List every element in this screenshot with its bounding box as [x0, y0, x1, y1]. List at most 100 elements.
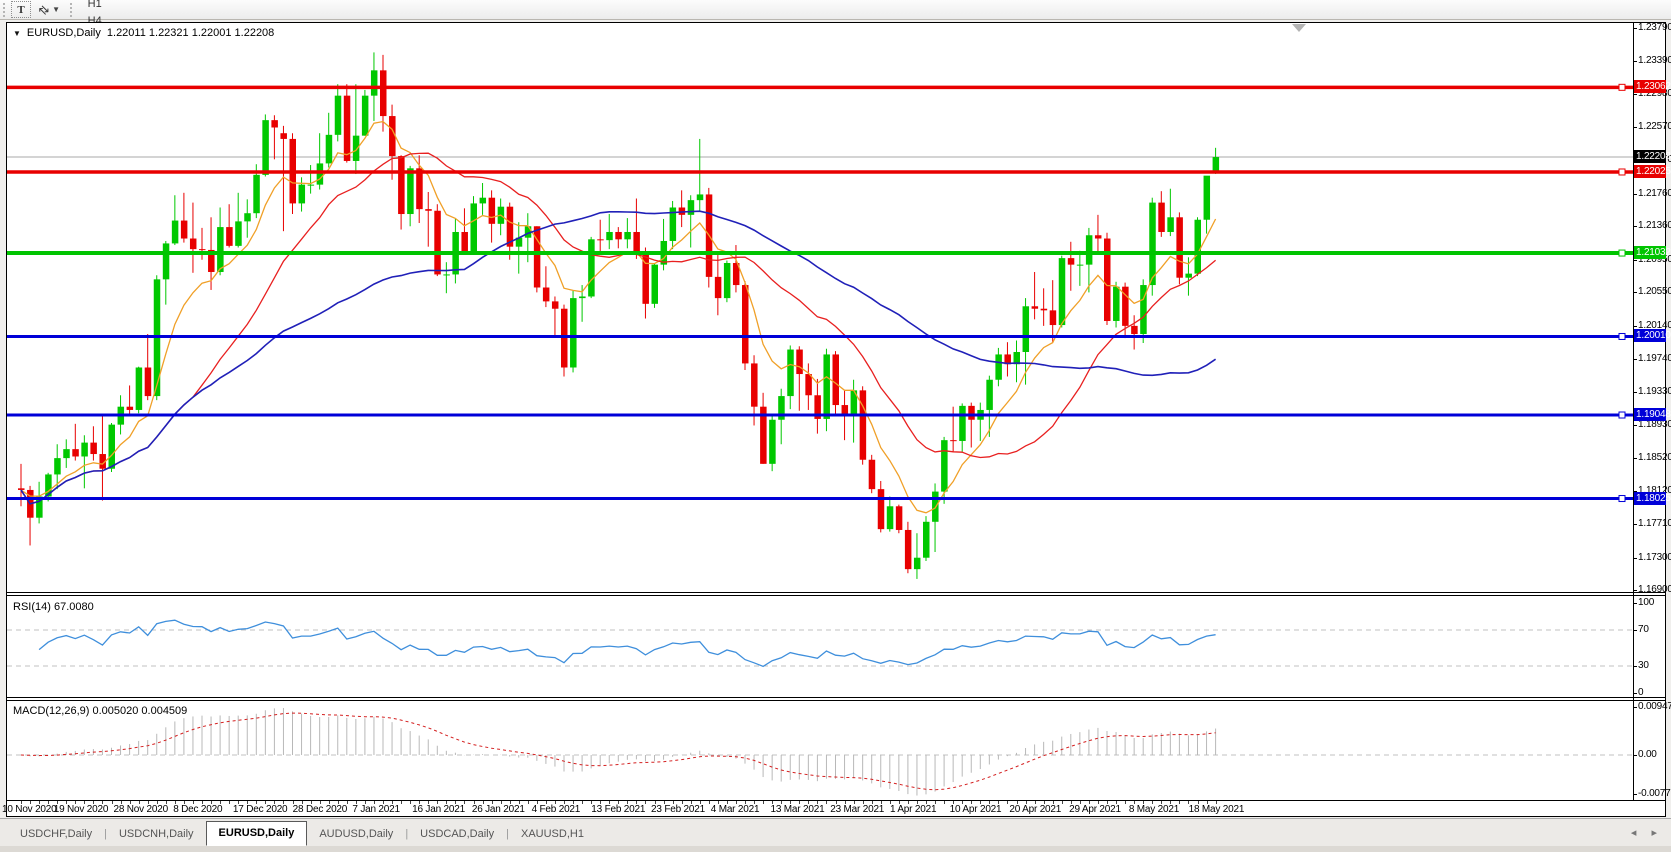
rsi-canvas[interactable]	[7, 597, 1633, 697]
price-tick-label: 1.22570	[1638, 121, 1671, 132]
date-label: 4 Feb 2021	[532, 804, 581, 815]
cycle-arrows-button[interactable]: ⇄ ▼	[33, 1, 66, 18]
price-tick-label: 1.23790	[1638, 22, 1671, 33]
date-label: 10 Apr 2021	[950, 804, 1002, 815]
level-handle[interactable]	[1619, 169, 1625, 175]
bar-tick	[709, 801, 710, 804]
toolbar-grip[interactable]	[3, 3, 6, 17]
fast-ma-line[interactable]	[21, 122, 1216, 513]
level-price-label: 1.19048	[1634, 408, 1666, 421]
price-tick-label: 1.18520	[1638, 452, 1671, 463]
candle-body	[109, 425, 116, 469]
main-chart-canvas[interactable]	[7, 23, 1633, 592]
candle-body	[887, 506, 894, 529]
candle-body	[878, 489, 885, 529]
candle-body	[253, 175, 259, 213]
candle-body	[434, 211, 441, 275]
date-label: 28 Nov 2020	[113, 804, 168, 815]
candle-body	[244, 213, 251, 221]
candle-body	[217, 227, 224, 272]
date-label: 10 Nov 2020	[2, 804, 57, 815]
price-tick-label: 1.17710	[1638, 518, 1671, 529]
bar-tick	[645, 801, 646, 804]
text-tool-button[interactable]: T	[11, 1, 31, 18]
medium-ma-line[interactable]	[21, 153, 1216, 504]
candle-body	[751, 363, 758, 406]
candle-body	[624, 232, 631, 239]
candle-body	[1158, 203, 1165, 232]
tab-usdchf[interactable]: USDCHF,Daily	[8, 823, 104, 846]
candle-body	[787, 350, 794, 397]
price-tick-label: 1.19330	[1638, 386, 1671, 397]
candle-body	[833, 354, 840, 405]
price-tick-mark	[1633, 558, 1637, 559]
candle-body	[914, 558, 921, 569]
level-handle[interactable]	[1619, 250, 1625, 256]
tab-usdcnh[interactable]: USDCNH,Daily	[107, 823, 206, 846]
chart-shift-marker[interactable]	[1292, 24, 1306, 32]
price-tick-label: 1.21760	[1638, 188, 1671, 199]
pane-separator[interactable]	[6, 697, 1666, 698]
price-tick-label: 1.20550	[1638, 286, 1671, 297]
candle-body	[1077, 265, 1084, 266]
tab-usdcad[interactable]: USDCAD,Daily	[408, 823, 506, 846]
candle-body	[416, 168, 423, 209]
timeframe-h1[interactable]: H1	[78, 0, 111, 12]
diagonal-arrows-icon: ⇄	[36, 1, 53, 18]
candle-body	[380, 70, 387, 116]
candle-body	[1023, 306, 1030, 352]
macd-tick-mark	[1633, 755, 1637, 756]
bar-tick	[1062, 801, 1063, 804]
level-handle[interactable]	[1619, 496, 1625, 502]
candle-body	[190, 239, 197, 250]
tab-eurusd[interactable]: EURUSD,Daily	[206, 821, 308, 846]
toolbar-grip-2[interactable]	[70, 3, 73, 17]
candle-body	[1131, 326, 1138, 334]
macd-canvas[interactable]	[7, 701, 1633, 799]
bar-tick	[582, 801, 583, 804]
price-tick-mark	[1633, 458, 1637, 459]
level-handle[interactable]	[1619, 333, 1625, 339]
price-tick-mark	[1633, 127, 1637, 128]
candle-body	[1095, 235, 1102, 238]
level-handle[interactable]	[1619, 84, 1625, 90]
price-tick-mark	[1633, 94, 1637, 95]
tab-xauusd[interactable]: XAUUSD,H1	[509, 823, 596, 846]
price-tick-mark	[1633, 425, 1637, 426]
status-strip	[0, 846, 1671, 852]
level-handle[interactable]	[1619, 412, 1625, 418]
candle-body	[950, 440, 957, 441]
candle-body	[72, 449, 79, 456]
date-label: 18 May 2021	[1189, 804, 1245, 815]
candle-body	[226, 227, 233, 246]
price-tick-mark	[1633, 524, 1637, 525]
pane-separator[interactable]	[6, 595, 1666, 596]
candle-body	[1059, 258, 1066, 325]
price-tick-mark	[1633, 28, 1637, 29]
tab-scroll-arrows[interactable]: ◂ ▸	[1631, 826, 1663, 846]
candle-body	[181, 221, 188, 239]
candle-body	[941, 440, 948, 491]
candle-body	[163, 243, 170, 279]
candle-body	[1149, 203, 1156, 285]
rsi-tick-label: 30	[1638, 660, 1649, 671]
candle-body	[344, 96, 351, 161]
toolbar: T ⇄ ▼ M1M5M15M30H1H4D1W1MN	[0, 0, 1671, 20]
candle-body	[145, 368, 152, 397]
price-tick-mark	[1633, 194, 1637, 195]
candle-body	[923, 522, 930, 558]
price-tick-label: 1.16900	[1638, 584, 1671, 595]
candle-body	[615, 232, 622, 239]
price-tick-mark	[1633, 326, 1637, 327]
candle-body	[63, 449, 70, 458]
pane-separator[interactable]	[6, 592, 1666, 593]
tab-audusd[interactable]: AUDUSD,Daily	[307, 823, 405, 846]
bar-tick	[1007, 801, 1008, 804]
candle-body	[579, 296, 586, 298]
candle-body	[697, 194, 704, 200]
ohlc-values: 1.22011 1.22321 1.22001 1.22208	[107, 27, 274, 39]
symbol-dropdown-icon[interactable]: ▼	[13, 29, 21, 38]
candle-body	[715, 277, 722, 298]
level-price-label: 1.18025	[1634, 492, 1666, 505]
candle-body	[172, 221, 179, 244]
